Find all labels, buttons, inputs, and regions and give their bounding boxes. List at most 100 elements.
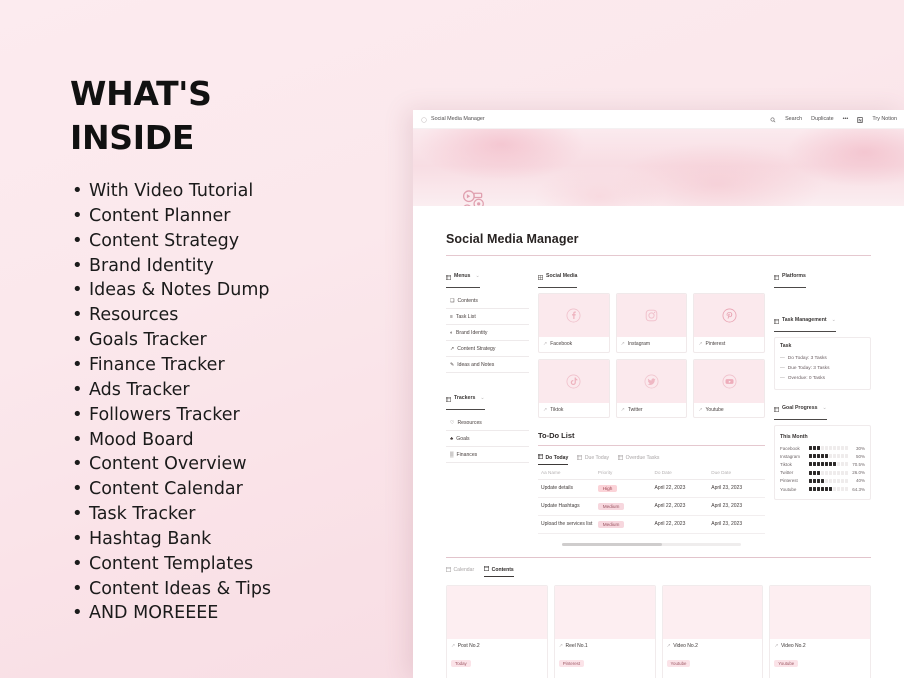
progress-segment: [820, 478, 825, 483]
sidebar-item-content-strategy[interactable]: ↗ Content Strategy: [446, 341, 529, 357]
progress-segment: [824, 470, 829, 475]
todo-tab-label: Overdue Tasks: [625, 455, 660, 461]
bullet-dash-icon: —: [780, 375, 785, 381]
social-card-pinterest[interactable]: ↗ Pinterest: [693, 293, 765, 353]
todo-tab-overdue-tasks[interactable]: Overdue Tasks: [618, 454, 659, 465]
progress-bar: [809, 470, 848, 475]
section-divider: [446, 556, 871, 558]
content-card-title-row: ↗ Reel No.1: [559, 643, 651, 649]
goal-platform-label: Facebook: [780, 445, 800, 451]
horizontal-scrollbar[interactable]: [561, 542, 742, 546]
scrollbar-thumb[interactable]: [561, 542, 663, 546]
sidebar-item-contents[interactable]: ❑ Contents: [446, 293, 529, 309]
bottom-tab-calendar[interactable]: Calendar: [446, 566, 474, 577]
social-card-facebook[interactable]: ↗ Facebook: [538, 293, 610, 353]
menus-nav-list: ❑ Contents ≡ Task List ◐ Brand Identity ↗ Conte…: [446, 293, 529, 373]
todo-tab-do-today[interactable]: Do Today: [538, 454, 569, 465]
table-view-icon: [618, 454, 624, 462]
chevron-down-icon[interactable]: ⌄: [475, 273, 479, 279]
chevron-down-icon[interactable]: ⌄: [832, 317, 836, 323]
content-card[interactable]: ↗Post No.2TodayPost⚑ Create an OutlineAp…: [446, 584, 548, 678]
menus-heading[interactable]: Menus ⌄: [446, 267, 480, 288]
more-options-button[interactable]: •••: [843, 116, 849, 122]
trackers-heading[interactable]: Trackers ⌄: [446, 389, 485, 410]
content-card-title: Reel No.1: [565, 642, 588, 649]
promo-list-item: Content Templates: [70, 551, 400, 577]
progress-segment: [816, 487, 821, 492]
todo-column-header[interactable]: Due Date: [708, 465, 765, 480]
progress-segment: [828, 462, 833, 467]
bottom-tab-contents[interactable]: Contents: [484, 566, 514, 577]
table-row[interactable]: Upload the services list Medium April 22, …: [538, 515, 765, 534]
goal-percent-label: 26.0%: [852, 470, 865, 476]
try-notion-button[interactable]: Try Notion: [872, 116, 897, 122]
todo-tab-due-today[interactable]: Due Today: [577, 454, 609, 465]
todo-list-title: To-Do List: [538, 431, 575, 440]
progress-segment: [824, 446, 829, 451]
sidebar-item-label: Task List: [455, 313, 476, 320]
todo-column-header[interactable]: Aa Name: [538, 465, 595, 480]
content-card-thumbnail: [554, 585, 655, 639]
promo-panel: WHAT'S INSIDE With Video TutorialContent…: [70, 72, 400, 626]
chevron-down-icon[interactable]: ⌄: [822, 405, 826, 411]
content-card-title: Post No.2: [457, 642, 480, 649]
gallery-icon: [484, 566, 490, 573]
sidebar-item-resources[interactable]: ♡ Resources: [446, 415, 529, 431]
goal-progress-heading[interactable]: Goal Progress ⌄: [774, 399, 827, 420]
progress-segment: [816, 470, 821, 475]
todo-tab-label: Do Today: [545, 454, 569, 461]
sidebar-item-finances[interactable]: ▒ Finances: [446, 447, 529, 463]
todo-column-header[interactable]: Do Date: [651, 465, 709, 480]
sidebar-item-goals[interactable]: ♣ Goals: [446, 431, 529, 447]
todo-tab-label: Due Today: [584, 455, 610, 461]
todo-column-header[interactable]: Priority: [594, 465, 652, 480]
social-card-instagram[interactable]: ↗ Instagram: [615, 293, 688, 353]
progress-segment: [840, 470, 845, 475]
content-card[interactable]: ↗Video No.2YoutubeVideo⚑ Writing Caption…: [769, 584, 871, 678]
sidebar-item-ideas-and-notes[interactable]: ✎ Ideas and Notes: [446, 357, 529, 373]
progress-segment: [824, 462, 829, 467]
social-card-youtube[interactable]: ↗ Youtube: [693, 358, 765, 418]
breadcrumb[interactable]: Social Media Manager: [431, 116, 485, 122]
item-icon: ◐: [450, 329, 454, 336]
page-link-icon: ↗: [620, 406, 625, 413]
content-card[interactable]: ↗Video No.2YoutubeVideo⚑ Writing Caption…: [661, 584, 764, 678]
duplicate-button[interactable]: Duplicate: [811, 116, 833, 122]
search-icon[interactable]: [770, 110, 776, 128]
sidebar-item-brand-identity[interactable]: ◐ Brand Identity: [446, 325, 529, 341]
notion-logo-icon: [857, 110, 864, 128]
search-button[interactable]: Search: [785, 116, 802, 122]
content-card-title: Video No.2: [673, 642, 698, 649]
social-card-twitter[interactable]: ↗ Twitter: [615, 358, 688, 418]
progress-segment: [820, 454, 825, 459]
table-row[interactable]: Update details High April 22, 2023 April 23…: [538, 479, 765, 498]
social-card-tiktok[interactable]: ↗ Tiktok: [538, 358, 610, 418]
content-card-tag: Today: [451, 659, 471, 667]
task-management-heading[interactable]: Task Management ⌄: [774, 311, 836, 332]
goal-platform-label: Tiktok: [780, 461, 792, 467]
social-media-heading[interactable]: Social Media: [538, 267, 578, 288]
bullet-dash-icon: —: [780, 365, 785, 371]
page-link-icon: ↗: [666, 642, 671, 649]
progress-segment: [844, 446, 848, 451]
table-row[interactable]: Update Hashtags Medium April 22, 2023 April…: [538, 497, 765, 516]
progress-segment: [809, 470, 813, 475]
progress-segment: [816, 462, 821, 467]
notion-window: Social Media Manager Search Duplicate ••…: [413, 110, 904, 678]
todo-table: Aa Name Priority Do Date Due Date Update de…: [538, 465, 765, 534]
sidebar-item-task-list[interactable]: ≡ Task List: [446, 309, 529, 325]
promo-title-line1: WHAT'S: [70, 74, 212, 113]
chevron-down-icon[interactable]: ⌄: [480, 395, 484, 401]
status-badge: Medium: [597, 502, 625, 510]
content-card[interactable]: ↗Reel No.1PinterestReel⚑ DesigningApr 21…: [553, 584, 656, 678]
progress-segment: [812, 470, 817, 475]
page-icon[interactable]: [457, 186, 491, 206]
task-summary-line: — Overdue: 0 Tasks: [780, 373, 865, 383]
progress-segment: [816, 446, 821, 451]
goal-progress-row: Tiktok 70.5%: [780, 460, 865, 468]
platforms-heading[interactable]: Platforms: [774, 267, 806, 288]
progress-segment: [840, 487, 845, 492]
sidebar-item-label: Ideas and Notes: [457, 361, 495, 368]
promo-list-item: Ideas & Notes Dump: [70, 277, 400, 303]
youtube-icon: [694, 359, 764, 403]
